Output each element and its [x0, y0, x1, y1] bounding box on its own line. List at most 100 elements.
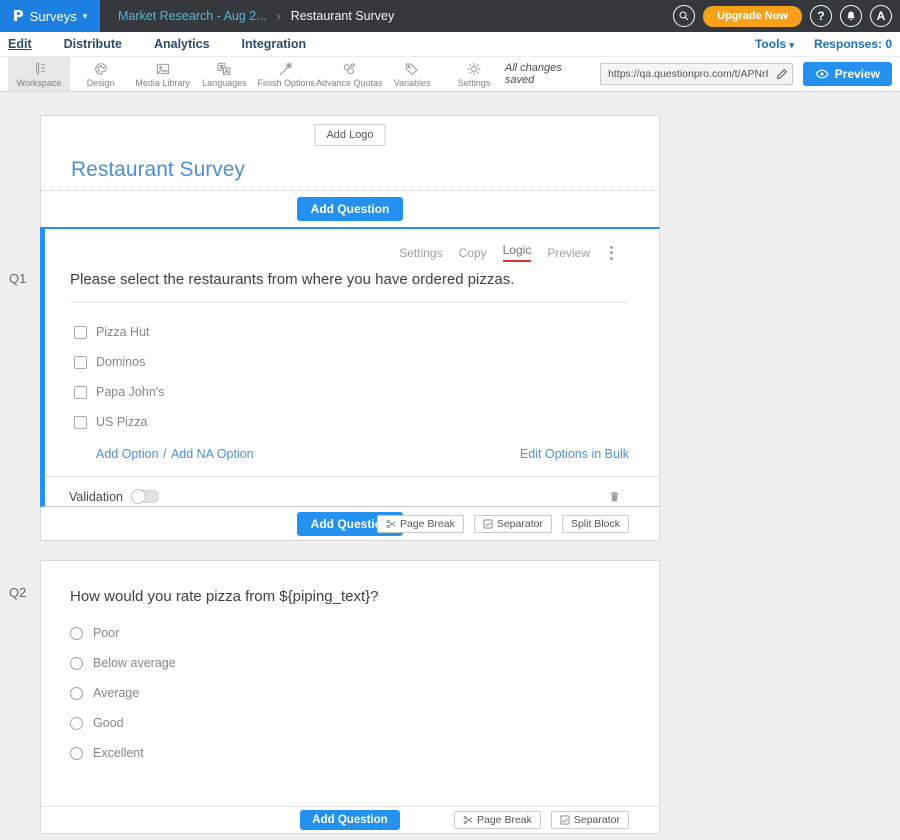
- save-status: All changes saved: [505, 62, 590, 86]
- nav-right: Tools ▾ Responses: 0: [755, 37, 892, 51]
- question-2-options: Poor Below average Average Good: [41, 618, 659, 768]
- tools-dropdown[interactable]: Tools ▾: [755, 37, 794, 51]
- option-row[interactable]: Below average: [41, 648, 659, 678]
- survey-url-input[interactable]: [601, 68, 772, 80]
- checkbox-icon[interactable]: [74, 386, 87, 399]
- toolbar-item-settings[interactable]: Settings: [443, 57, 505, 91]
- toolbar-item-design[interactable]: Design: [70, 57, 132, 91]
- add-logo-button[interactable]: Add Logo: [314, 124, 385, 146]
- toolbar-item-finish-options[interactable]: Finish Options: [255, 57, 317, 91]
- chevron-down-icon: ▾: [789, 40, 794, 50]
- checkbox-icon[interactable]: [74, 326, 87, 339]
- avatar-initial: A: [877, 9, 886, 23]
- help-button[interactable]: ?: [810, 5, 832, 27]
- scissors-icon: [463, 815, 473, 825]
- block-action-buttons: Page Break Separator: [454, 811, 629, 829]
- radio-icon[interactable]: [70, 747, 83, 760]
- option-row[interactable]: Dominos: [45, 347, 659, 377]
- account-avatar[interactable]: A: [870, 5, 892, 27]
- q1-side-label: Q1: [9, 271, 26, 286]
- question-copy-link[interactable]: Copy: [459, 246, 487, 260]
- editor-toolbar: Workspace Design Media Library Languages…: [0, 57, 900, 92]
- question-text-underline: [70, 302, 629, 303]
- toolbar-item-workspace[interactable]: Workspace: [8, 57, 70, 91]
- option-row[interactable]: US Pizza: [45, 407, 659, 437]
- product-menu[interactable]: P Surveys ▾: [0, 0, 100, 32]
- checkbox-icon[interactable]: [74, 356, 87, 369]
- toolbar-item-advance-quotas[interactable]: Advance Quotas: [317, 57, 381, 91]
- page-break-button[interactable]: Page Break: [454, 811, 541, 829]
- question-2-block[interactable]: How would you rate pizza from ${piping_t…: [40, 560, 660, 834]
- option-row[interactable]: Average: [41, 678, 659, 708]
- question-preview-link[interactable]: Preview: [547, 246, 590, 260]
- page-break-button[interactable]: Page Break: [377, 515, 464, 533]
- chain-links-icon: [341, 61, 357, 77]
- survey-header-card: Add Logo Restaurant Survey: [40, 115, 660, 191]
- separator-button[interactable]: Separator: [474, 515, 552, 533]
- question-2-text[interactable]: How would you rate pizza from ${piping_t…: [41, 561, 659, 605]
- question-1-text[interactable]: Please select the restaurants from where…: [45, 262, 659, 288]
- edit-options-in-bulk-link[interactable]: Edit Options in Bulk: [520, 447, 629, 461]
- radio-icon[interactable]: [70, 687, 83, 700]
- add-question-button[interactable]: Add Question: [297, 197, 404, 221]
- add-na-option-link[interactable]: Add NA Option: [171, 447, 254, 461]
- add-option-separator: /: [163, 447, 166, 461]
- questionpro-survey-editor: P Surveys ▾ Market Research - Aug 2... ›…: [0, 0, 900, 840]
- trash-icon: [608, 489, 621, 504]
- toolbar-item-media-library[interactable]: Media Library: [132, 57, 194, 91]
- questionpro-logo-icon: P: [13, 7, 24, 25]
- question-mark-icon: ?: [817, 9, 824, 23]
- topbar-actions: Upgrade Now ? A: [673, 5, 900, 27]
- top-bar: P Surveys ▾ Market Research - Aug 2... ›…: [0, 0, 900, 32]
- split-block-button[interactable]: Split Block: [562, 515, 629, 533]
- nav-tab-analytics[interactable]: Analytics: [154, 37, 210, 51]
- toolbar-item-variables[interactable]: Variables: [381, 57, 443, 91]
- radio-icon[interactable]: [70, 657, 83, 670]
- edit-url-button[interactable]: [772, 68, 792, 80]
- kebab-menu-icon[interactable]: [608, 244, 615, 262]
- notifications-button[interactable]: [840, 5, 862, 27]
- question-logic-link[interactable]: Logic: [503, 243, 532, 262]
- add-option-link[interactable]: Add Option: [96, 447, 159, 461]
- nav-tab-integration[interactable]: Integration: [242, 37, 307, 51]
- preview-button[interactable]: Preview: [803, 62, 892, 86]
- toolbar-right: All changes saved Preview: [505, 57, 900, 91]
- nav-tab-edit[interactable]: Edit: [8, 37, 32, 51]
- option-row[interactable]: Poor: [41, 618, 659, 648]
- radio-icon[interactable]: [70, 717, 83, 730]
- validation-toggle[interactable]: [132, 490, 159, 503]
- gear-icon: [466, 61, 482, 77]
- add-question-button[interactable]: Add Question: [300, 810, 399, 830]
- breadcrumb-separator-icon: ›: [277, 9, 281, 23]
- option-row[interactable]: Excellent: [41, 738, 659, 768]
- toolbar-item-languages[interactable]: Languages: [194, 57, 256, 91]
- question-1-options: Pizza Hut Dominos Papa John's US Pizza: [45, 317, 659, 437]
- block-gap: [40, 541, 660, 560]
- q2-side-label: Q2: [9, 585, 26, 600]
- search-button[interactable]: [673, 5, 695, 27]
- radio-icon[interactable]: [70, 627, 83, 640]
- eye-icon: [815, 67, 829, 81]
- separator-button[interactable]: Separator: [551, 811, 629, 829]
- survey-title[interactable]: Restaurant Survey: [71, 158, 245, 182]
- checkbox-icon[interactable]: [74, 416, 87, 429]
- product-menu-label: Surveys: [30, 9, 77, 24]
- block-action-buttons: Page Break Separator Split Block: [377, 515, 629, 533]
- nav-tab-distribute[interactable]: Distribute: [64, 37, 122, 51]
- delete-question-button[interactable]: [608, 489, 621, 504]
- survey-url-box: [600, 63, 793, 85]
- option-row[interactable]: Pizza Hut: [45, 317, 659, 347]
- option-row[interactable]: Papa John's: [45, 377, 659, 407]
- upgrade-now-button[interactable]: Upgrade Now: [703, 6, 802, 27]
- question-1-block[interactable]: Settings Copy Logic Preview Please selec…: [40, 227, 660, 507]
- breadcrumb-folder[interactable]: Market Research - Aug 2...: [118, 9, 267, 23]
- add-question-strip-top: Add Question: [40, 191, 660, 227]
- translate-icon: [216, 61, 232, 77]
- question-settings-link[interactable]: Settings: [399, 246, 442, 260]
- breadcrumb-current: Restaurant Survey: [291, 9, 395, 23]
- checked-box-icon: [483, 519, 493, 529]
- responses-count: Responses: 0: [814, 37, 892, 51]
- bell-icon: [845, 10, 857, 22]
- workspace-icon: [31, 61, 47, 77]
- option-row[interactable]: Good: [41, 708, 659, 738]
